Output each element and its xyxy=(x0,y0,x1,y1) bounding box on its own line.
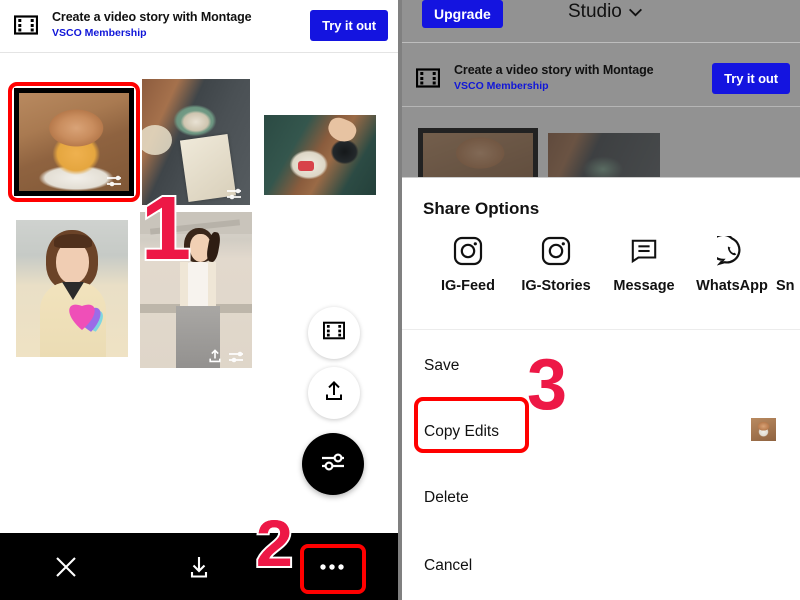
share-whatsapp[interactable]: WhatsApp xyxy=(688,234,776,294)
edit-sliders-icon[interactable] xyxy=(227,349,247,363)
edit-sliders-icon[interactable] xyxy=(225,186,245,200)
promo-text-block: Create a video story with Montage VSCO M… xyxy=(52,10,310,41)
share-label: IG-Stories xyxy=(521,278,591,294)
promo-title: Create a video story with Montage xyxy=(454,62,654,77)
right-promo-divider xyxy=(402,106,800,107)
right-phone-screen: Upgrade Studio Create a video story with… xyxy=(402,0,800,600)
film-strip-icon xyxy=(13,15,39,35)
studio-selector[interactable]: Studio xyxy=(568,1,643,23)
share-message[interactable]: Message xyxy=(600,234,688,294)
message-icon xyxy=(630,234,658,268)
close-button[interactable] xyxy=(0,533,133,600)
promo-text-block: Create a video story with Montage VSCO M… xyxy=(454,63,712,94)
share-options-title: Share Options xyxy=(423,199,540,218)
close-icon xyxy=(56,556,77,577)
list-item[interactable] xyxy=(142,79,250,205)
share-label: WhatsApp xyxy=(696,278,768,294)
edit-sliders-icon[interactable] xyxy=(105,173,125,187)
right-top-bar: Upgrade Studio xyxy=(402,0,800,38)
chevron-down-icon xyxy=(628,8,642,16)
ellipsis-icon xyxy=(319,563,344,570)
film-strip-icon xyxy=(322,321,346,345)
photo-tray[interactable] xyxy=(264,115,376,195)
share-menu-list: Save Copy Edits Delete Cancel xyxy=(402,338,800,594)
try-it-out-button[interactable]: Try it out xyxy=(310,9,388,41)
share-options-sheet: Share Options IG-Feed IG-Stories Message… xyxy=(402,177,800,600)
screenshot-root: Create a video story with Montage VSCO M… xyxy=(0,0,800,600)
photo-latte[interactable] xyxy=(18,92,130,192)
download-button[interactable] xyxy=(133,533,266,600)
promo-divider xyxy=(0,52,398,53)
menu-item-label: Delete xyxy=(424,489,469,506)
list-item[interactable] xyxy=(264,115,376,195)
share-label: Message xyxy=(613,278,675,294)
share-ig-feed[interactable]: IG-Feed xyxy=(424,234,512,294)
download-icon xyxy=(190,556,208,578)
upload-icon[interactable] xyxy=(207,348,223,364)
upgrade-button[interactable]: Upgrade xyxy=(422,0,503,28)
upload-icon xyxy=(322,379,346,408)
promo-subtitle: VSCO Membership xyxy=(52,27,147,40)
whatsapp-icon xyxy=(717,234,747,268)
montage-promo-banner[interactable]: Create a video story with Montage VSCO M… xyxy=(0,0,398,50)
share-ig-stories[interactable]: IG-Stories xyxy=(512,234,600,294)
studio-label: Studio xyxy=(568,1,622,22)
photo-cafe-table[interactable] xyxy=(142,79,250,205)
photo-portrait[interactable] xyxy=(140,212,252,368)
menu-cancel[interactable]: Cancel xyxy=(402,538,800,594)
montage-fab[interactable] xyxy=(308,307,360,359)
right-top-divider xyxy=(402,42,800,43)
list-item[interactable] xyxy=(18,92,130,192)
share-label: Sn xyxy=(776,278,795,294)
share-targets-row: IG-Feed IG-Stories Message WhatsApp Sn xyxy=(402,234,800,312)
bottom-toolbar xyxy=(0,533,398,600)
list-item[interactable] xyxy=(140,212,252,368)
montage-promo-banner-dimmed[interactable]: Create a video story with Montage VSCO M… xyxy=(402,52,800,104)
menu-item-label: Cancel xyxy=(424,557,473,574)
menu-save[interactable]: Save xyxy=(402,338,800,394)
sliders-icon xyxy=(319,451,347,478)
menu-item-label: Save xyxy=(424,357,460,374)
share-label: IG-Feed xyxy=(441,278,495,294)
share-fab[interactable] xyxy=(308,367,360,419)
sheet-divider xyxy=(402,329,800,330)
more-button[interactable] xyxy=(265,533,398,600)
menu-delete[interactable]: Delete xyxy=(402,470,800,526)
menu-copy-edits[interactable]: Copy Edits xyxy=(402,404,800,460)
instagram-icon xyxy=(541,234,571,268)
left-phone-screen: Create a video story with Montage VSCO M… xyxy=(0,0,398,600)
list-item[interactable] xyxy=(16,220,128,357)
edit-fab[interactable] xyxy=(302,433,364,495)
copy-edits-thumbnail xyxy=(751,418,776,441)
promo-subtitle: VSCO Membership xyxy=(454,80,549,93)
instagram-icon xyxy=(453,234,483,268)
promo-title: Create a video story with Montage xyxy=(52,9,252,24)
menu-item-label: Copy Edits xyxy=(424,423,499,440)
photo-selfie[interactable] xyxy=(16,220,128,357)
try-it-out-button[interactable]: Try it out xyxy=(712,62,790,94)
film-strip-icon xyxy=(415,68,441,88)
share-more[interactable]: Sn xyxy=(776,234,800,294)
